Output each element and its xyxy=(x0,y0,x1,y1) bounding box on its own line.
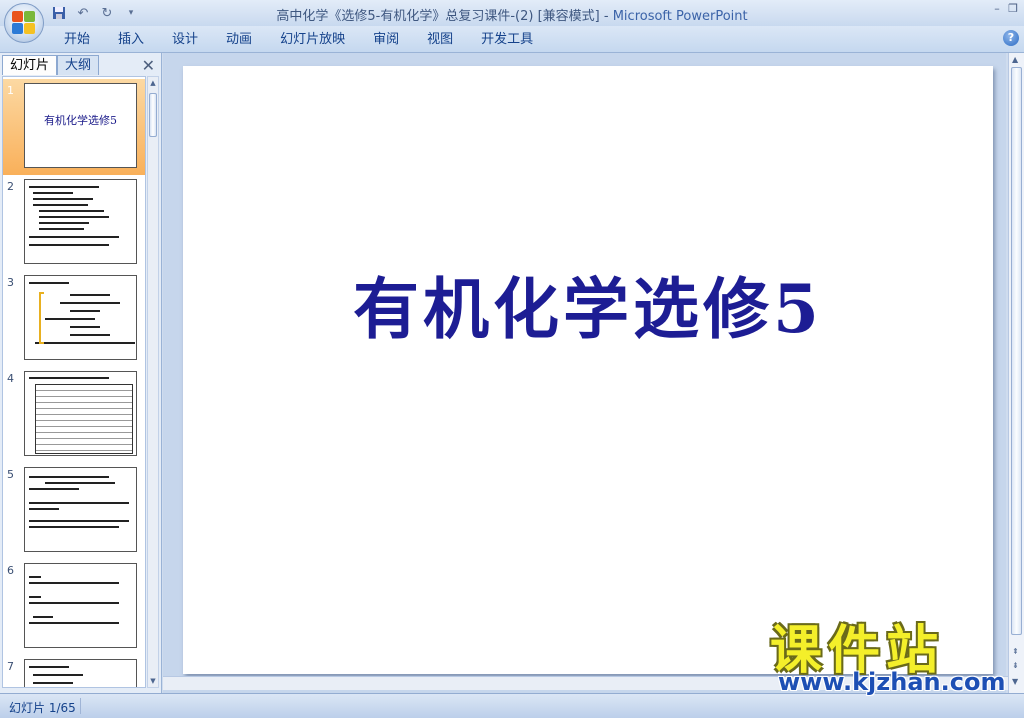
thumbnail-scrollbar[interactable]: ▲ ▼ xyxy=(147,76,159,688)
slide-preview xyxy=(24,179,137,264)
ribbon: 开始 插入 设计 动画 幻灯片放映 审阅 视图 开发工具 ? xyxy=(0,26,1024,53)
slide-thumbnail[interactable]: 7 xyxy=(3,655,145,687)
tab-home[interactable]: 开始 xyxy=(50,30,104,49)
tab-outline[interactable]: 大纲 xyxy=(57,55,100,75)
office-button[interactable] xyxy=(4,3,44,43)
scrollbar-thumb[interactable] xyxy=(1011,67,1022,635)
office-button-icon xyxy=(12,11,36,35)
slide-number: 6 xyxy=(7,564,14,577)
slide-editor: 有机化学选修5 xyxy=(163,53,1006,693)
slide-thumbnail[interactable]: 1 有机化学选修5 xyxy=(3,79,145,175)
watermark-url: www.kjzhan.com xyxy=(778,668,1006,696)
thumbnail-title: 有机化学选修5 xyxy=(44,114,117,127)
minimize-icon[interactable]: – xyxy=(990,2,1004,16)
scroll-down-icon[interactable]: ▼ xyxy=(1012,677,1018,686)
thumbnail-list: 1 有机化学选修5 2 3 4 5 6 7 xyxy=(2,76,146,688)
tab-slides[interactable]: 幻灯片 xyxy=(2,55,58,75)
tab-slideshow[interactable]: 幻灯片放映 xyxy=(266,30,359,49)
slide-thumbnail[interactable]: 4 xyxy=(3,367,145,463)
slide-thumbnail[interactable]: 5 xyxy=(3,463,145,559)
slide-preview xyxy=(24,275,137,360)
tab-review[interactable]: 审阅 xyxy=(359,30,413,49)
tab-animations[interactable]: 动画 xyxy=(212,30,266,49)
scroll-up-icon[interactable]: ▲ xyxy=(1012,55,1018,64)
slide-number: 4 xyxy=(7,372,14,385)
slide-preview xyxy=(24,659,137,687)
current-slide[interactable]: 有机化学选修5 xyxy=(183,66,993,674)
watermark-logo: 课件站 www.kjzhan.com xyxy=(770,608,1010,696)
ribbon-tabs: 开始 插入 设计 动画 幻灯片放映 审阅 视图 开发工具 xyxy=(50,30,547,49)
slide-number: 1 xyxy=(7,84,14,97)
document-title: 高中化学《选修5-有机化学》总复习课件-(2) [兼容模式] xyxy=(276,9,600,24)
slide-scrollbar[interactable]: ▲ ⇞ ⇟ ▼ xyxy=(1008,53,1024,693)
slide-counter: 幻灯片 1/65 xyxy=(9,701,76,715)
restore-icon[interactable]: ❐ xyxy=(1006,2,1020,16)
title-bar: ↶ ↻ ▾ 高中化学《选修5-有机化学》总复习课件-(2) [兼容模式] - M… xyxy=(0,0,1024,26)
title-separator: - xyxy=(599,9,613,24)
window-controls: – ❐ xyxy=(990,2,1020,16)
tab-design[interactable]: 设计 xyxy=(158,30,212,49)
scroll-up-icon[interactable]: ▲ xyxy=(148,77,158,89)
slide-title[interactable]: 有机化学选修5 xyxy=(183,256,993,352)
previous-slide-icon[interactable]: ⇞ xyxy=(1012,647,1019,656)
scroll-down-icon[interactable]: ▼ xyxy=(148,675,158,687)
pane-tabs: 幻灯片 大纲 xyxy=(2,55,100,75)
slide-thumbnail[interactable]: 6 xyxy=(3,559,145,655)
next-slide-icon[interactable]: ⇟ xyxy=(1012,661,1019,670)
tab-developer[interactable]: 开发工具 xyxy=(467,30,547,49)
slide-preview xyxy=(24,371,137,456)
tab-view[interactable]: 视图 xyxy=(413,30,467,49)
slide-preview xyxy=(24,467,137,552)
slide-number: 3 xyxy=(7,276,14,289)
slide-number: 2 xyxy=(7,180,14,193)
slide-thumbnail[interactable]: 2 xyxy=(3,175,145,271)
slide-preview xyxy=(24,563,137,648)
tab-insert[interactable]: 插入 xyxy=(104,30,158,49)
close-pane-icon[interactable]: ✕ xyxy=(142,56,155,75)
slides-pane: 幻灯片 大纲 ✕ 1 有机化学选修5 2 3 4 5 6 7 ▲ ▼ xyxy=(0,53,162,693)
app-name: Microsoft PowerPoint xyxy=(612,9,748,24)
scrollbar-thumb[interactable] xyxy=(149,93,157,137)
status-bar: 幻灯片 1/65 xyxy=(0,693,1024,718)
help-icon[interactable]: ? xyxy=(1003,30,1019,46)
slide-number: 5 xyxy=(7,468,14,481)
window-title: 高中化学《选修5-有机化学》总复习课件-(2) [兼容模式] - Microso… xyxy=(0,5,1024,24)
status-divider xyxy=(80,698,81,714)
slide-preview: 有机化学选修5 xyxy=(24,83,137,168)
slide-thumbnail[interactable]: 3 xyxy=(3,271,145,367)
slide-number: 7 xyxy=(7,660,14,673)
